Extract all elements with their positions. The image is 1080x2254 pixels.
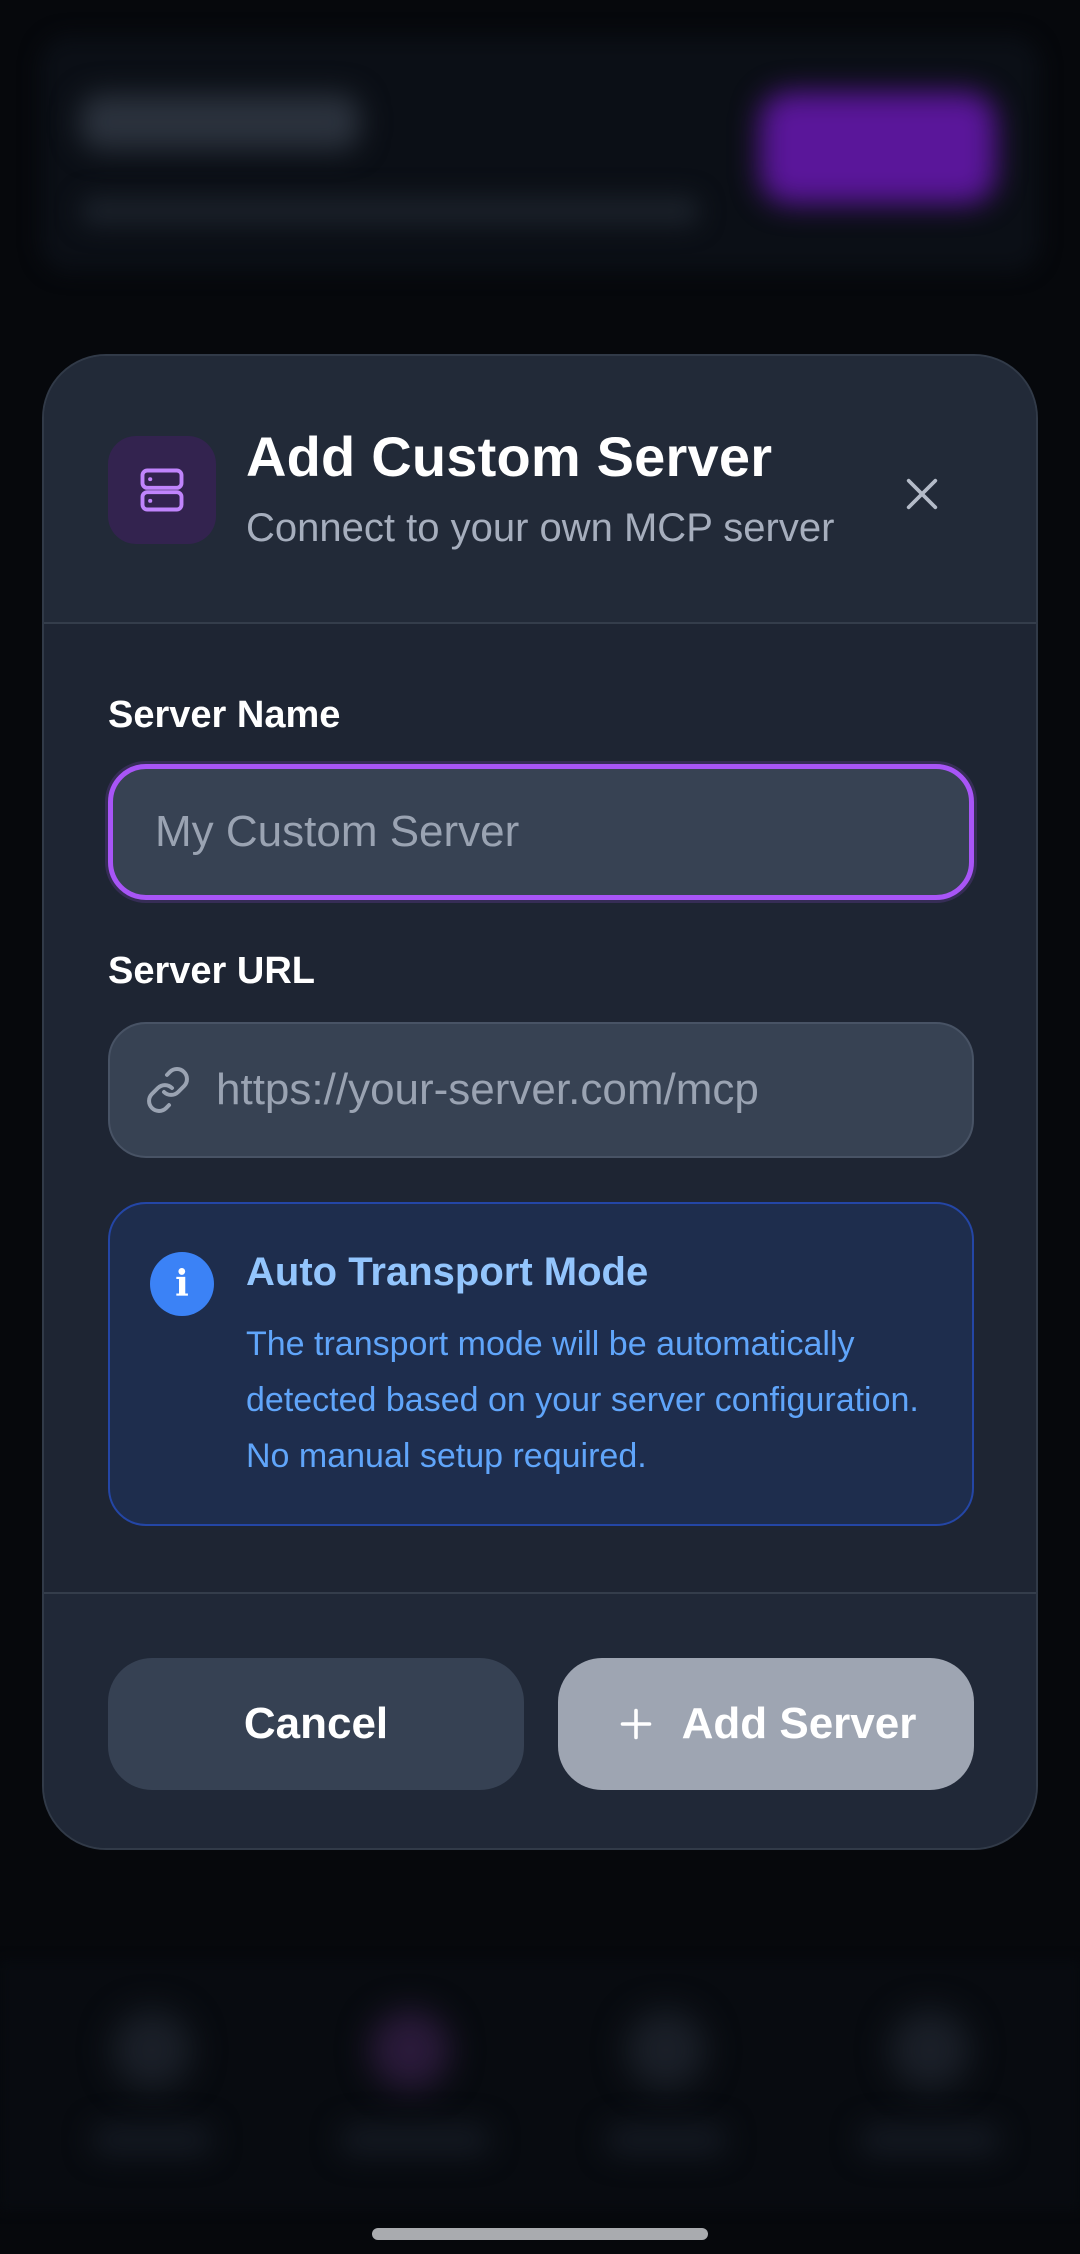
server-name-label: Server Name — [108, 694, 341, 736]
dialog-subtitle: Connect to your own MCP server — [246, 506, 835, 550]
auto-transport-info-box: i Auto Transport Mode The transport mode… — [108, 1202, 974, 1526]
background-button-blurred — [760, 92, 996, 204]
plus-icon — [616, 1704, 656, 1744]
background-nav-icon — [112, 2010, 192, 2090]
background-nav-label — [860, 2125, 1000, 2155]
background-subtitle-blurred — [80, 196, 700, 226]
close-icon — [906, 478, 938, 510]
background-nav-icon — [370, 2010, 450, 2090]
background-title-blurred — [80, 94, 360, 150]
background-nav-label — [340, 2125, 490, 2155]
info-title: Auto Transport Mode — [246, 1250, 649, 1294]
add-server-button[interactable]: Add Server — [558, 1658, 974, 1790]
info-icon: i — [150, 1252, 214, 1316]
add-server-button-label: Add Server — [681, 1699, 917, 1748]
close-button[interactable] — [894, 466, 950, 522]
server-icon — [108, 436, 216, 544]
background-nav-label — [92, 2125, 212, 2155]
background-nav-icon — [626, 2010, 706, 2090]
add-custom-server-dialog: Add Custom Server Connect to your own MC… — [42, 354, 1038, 1850]
background-nav-label — [606, 2125, 726, 2155]
dialog-footer: Cancel Add Server — [44, 1592, 1036, 1848]
cancel-button-label: Cancel — [243, 1699, 389, 1748]
cancel-button[interactable]: Cancel — [108, 1658, 524, 1790]
server-url-input[interactable]: https://your-server.com/mcp — [108, 1022, 974, 1158]
server-url-label: Server URL — [108, 950, 315, 992]
background-nav-icon — [890, 2010, 970, 2090]
dialog-title: Add Custom Server — [246, 425, 773, 488]
server-name-placeholder: My Custom Server — [155, 807, 520, 856]
link-icon — [140, 1062, 196, 1118]
server-url-placeholder: https://your-server.com/mcp — [216, 1065, 759, 1114]
info-body: The transport mode will be automatically… — [246, 1325, 919, 1475]
server-name-input[interactable]: My Custom Server — [108, 764, 974, 900]
dialog-header: Add Custom Server Connect to your own MC… — [44, 356, 1036, 624]
home-indicator[interactable] — [372, 2228, 708, 2240]
